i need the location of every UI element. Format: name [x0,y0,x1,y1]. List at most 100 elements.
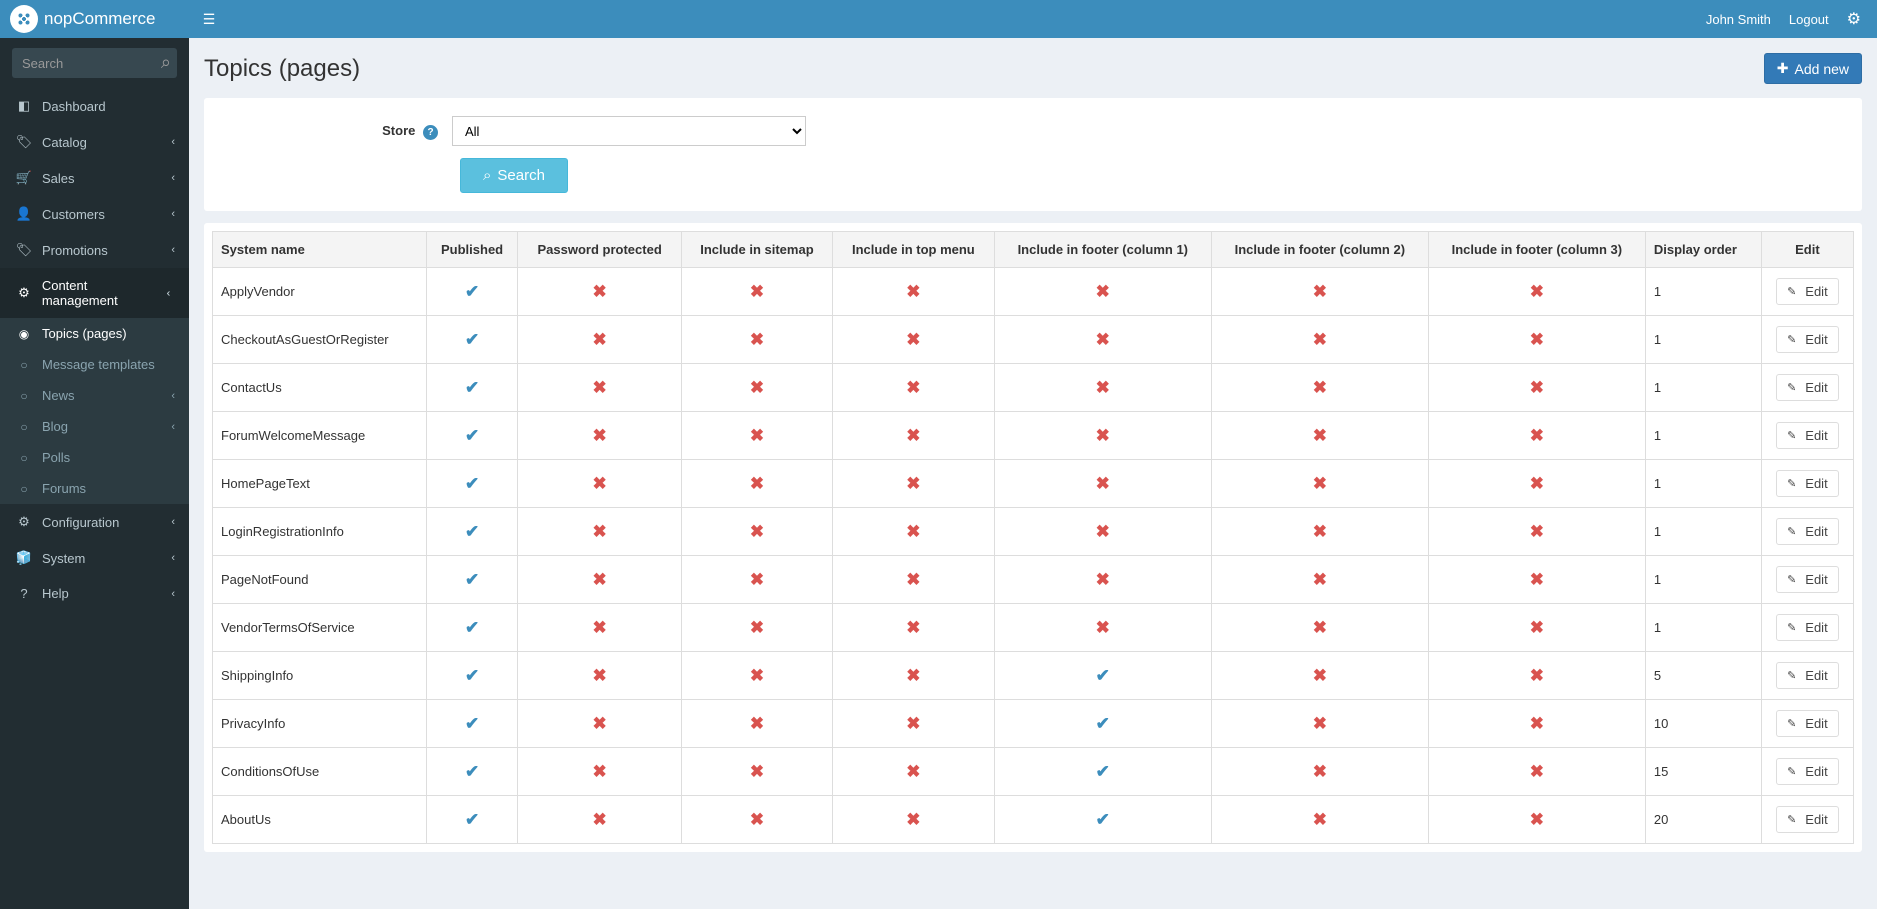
check-icon: ✔ [465,426,479,446]
edit-button[interactable]: ✎Edit [1776,374,1839,401]
nav-label: Customers [42,207,105,222]
cell-sitemap: ✖ [681,316,832,364]
logout-link[interactable]: Logout [1789,12,1829,27]
cross-icon: ✖ [1530,522,1544,542]
check-icon: ✔ [465,810,479,830]
sidebar-item-catalog[interactable]: 🏷Catalog‹ [0,124,189,160]
sidebar-item-promotions[interactable]: 🏷Promotions‹ [0,232,189,268]
cross-icon: ✖ [1313,714,1327,734]
cross-icon: ✖ [750,378,764,398]
nav-label: Dashboard [42,99,106,114]
add-new-button[interactable]: ✚ Add new [1764,53,1862,84]
sidebar-item-system[interactable]: 🧊System‹ [0,540,189,576]
check-icon: ✔ [465,474,479,494]
bullet-icon: ○ [14,451,34,465]
sidebar-subitem-message-templates[interactable]: ○Message templates [0,349,189,380]
edit-button[interactable]: ✎Edit [1776,326,1839,353]
edit-button[interactable]: ✎Edit [1776,662,1839,689]
sidebar-item-sales[interactable]: 🛒Sales‹ [0,160,189,196]
cell-published: ✔ [426,364,518,412]
chevron-icon: ‹ [171,172,175,184]
column-header[interactable]: Display order [1645,232,1761,268]
pencil-icon: ✎ [1787,621,1796,634]
sidebar-item-configuration[interactable]: ⚙Configuration‹ [0,504,189,540]
sidebar-subitem-blog[interactable]: ○Blog‹ [0,411,189,442]
column-header[interactable]: Password protected [518,232,682,268]
edit-button[interactable]: ✎Edit [1776,518,1839,545]
cell-sitemap: ✖ [681,700,832,748]
cross-icon: ✖ [1313,810,1327,830]
cell-topmenu: ✖ [832,316,994,364]
sidebar-item-customers[interactable]: 👤Customers‹ [0,196,189,232]
cell-topmenu: ✖ [832,508,994,556]
cross-icon: ✖ [906,618,920,638]
cross-icon: ✖ [1530,762,1544,782]
cell-display-order: 1 [1645,412,1761,460]
bullet-icon: ○ [14,358,34,372]
chevron-icon: ‹ [171,421,175,433]
sidebar-subitem-forums[interactable]: ○Forums [0,473,189,504]
cross-icon: ✖ [1530,330,1544,350]
sidebar-item-dashboard[interactable]: ◧Dashboard [0,88,189,124]
search-button[interactable]: ⌕ Search [460,158,568,193]
cell-sitemap: ✖ [681,652,832,700]
cell-footer1: ✖ [994,316,1211,364]
cell-footer1: ✔ [994,796,1211,844]
cell-topmenu: ✖ [832,556,994,604]
table-row: LoginRegistrationInfo✔✖✖✖✖✖✖1✎Edit [213,508,1854,556]
cell-edit: ✎Edit [1761,700,1853,748]
sidebar-item-content-management[interactable]: ⚙Content management⌄ [0,268,189,318]
cross-icon: ✖ [1530,378,1544,398]
check-icon: ✔ [465,666,479,686]
sidebar-subitem-news[interactable]: ○News‹ [0,380,189,411]
column-header[interactable]: Include in top menu [832,232,994,268]
logo[interactable]: nopCommerce [0,0,189,38]
column-header[interactable]: Include in sitemap [681,232,832,268]
edit-button[interactable]: ✎Edit [1776,422,1839,449]
settings-button[interactable]: ⚙ [1847,9,1861,29]
cross-icon: ✖ [906,282,920,302]
store-select[interactable]: All [452,116,806,146]
edit-button[interactable]: ✎Edit [1776,566,1839,593]
cell-footer2: ✖ [1211,316,1428,364]
column-header[interactable]: Include in footer (column 2) [1211,232,1428,268]
cell-topmenu: ✖ [832,796,994,844]
edit-button[interactable]: ✎Edit [1776,278,1839,305]
column-header[interactable]: Include in footer (column 3) [1428,232,1645,268]
pencil-icon: ✎ [1787,669,1796,682]
column-header[interactable]: System name [213,232,427,268]
cell-system-name: LoginRegistrationInfo [213,508,427,556]
cell-footer3: ✖ [1428,412,1645,460]
table-row: ContactUs✔✖✖✖✖✖✖1✎Edit [213,364,1854,412]
cell-topmenu: ✖ [832,412,994,460]
cell-footer1: ✖ [994,604,1211,652]
add-new-label: Add new [1795,61,1849,77]
cross-icon: ✖ [593,522,607,542]
cell-footer1: ✔ [994,700,1211,748]
username-link[interactable]: John Smith [1706,12,1771,27]
column-header[interactable]: Edit [1761,232,1853,268]
edit-button[interactable]: ✎Edit [1776,614,1839,641]
check-icon: ✔ [465,330,479,350]
cross-icon: ✖ [1313,522,1327,542]
nav-icon: 🛒 [14,170,34,186]
sidebar-toggle-button[interactable]: ☰ [189,0,229,38]
sidebar-item-help[interactable]: ?Help‹ [0,576,189,611]
cross-icon: ✖ [593,282,607,302]
cell-footer3: ✖ [1428,508,1645,556]
edit-button[interactable]: ✎Edit [1776,758,1839,785]
column-header[interactable]: Published [426,232,518,268]
cross-icon: ✖ [750,618,764,638]
sidebar-search-input[interactable] [12,48,177,78]
help-icon[interactable]: ? [423,125,438,140]
edit-button[interactable]: ✎Edit [1776,710,1839,737]
edit-button[interactable]: ✎Edit [1776,806,1839,833]
nav-label: Configuration [42,515,119,530]
search-icon[interactable]: ⌕ [161,52,171,73]
edit-button[interactable]: ✎Edit [1776,470,1839,497]
sidebar-subitem-topics-pages-[interactable]: ◉Topics (pages) [0,318,189,349]
sidebar-subitem-polls[interactable]: ○Polls [0,442,189,473]
column-header[interactable]: Include in footer (column 1) [994,232,1211,268]
cell-footer1: ✔ [994,652,1211,700]
subitem-label: Forums [42,481,86,496]
